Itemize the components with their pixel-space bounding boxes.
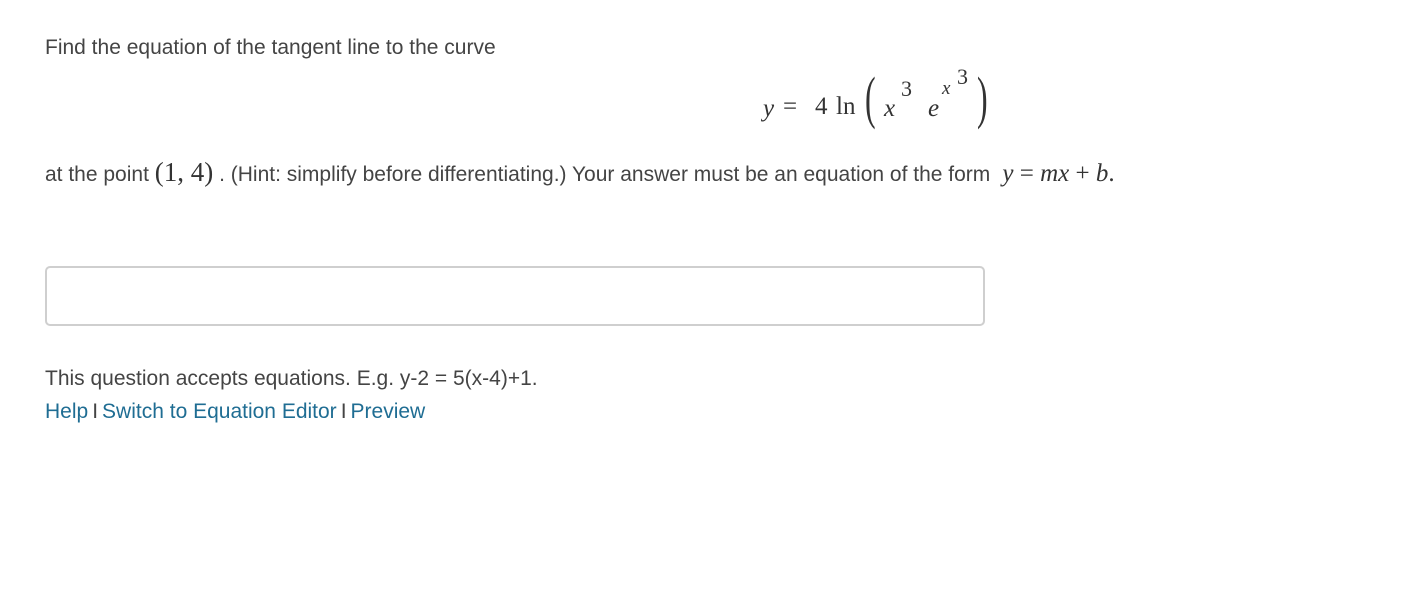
question-prompt: Find the equation of the tangent line to…	[45, 36, 496, 59]
form-eq: =	[1019, 160, 1034, 187]
form-y: y	[1002, 160, 1014, 187]
eq-exp-power: 3	[957, 64, 968, 89]
switch-equation-editor-link[interactable]: Switch to Equation Editor	[102, 400, 337, 423]
form-m: m	[1040, 160, 1059, 187]
form-equation: y = mx + b.	[996, 160, 1115, 187]
form-period: .	[1108, 160, 1115, 187]
eq-base-exp: 3	[901, 76, 912, 101]
eq-equals: =	[783, 93, 798, 120]
answer-input[interactable]	[45, 266, 985, 326]
accepts-equations-text: This question accepts equations. E.g. y-…	[45, 367, 538, 390]
help-links: Help I Switch to Equation Editor I Preview	[45, 399, 425, 425]
eq-base: x	[884, 95, 896, 122]
point-prefix: at the point	[45, 163, 149, 186]
link-separator: I	[92, 400, 99, 423]
form-b: b	[1095, 160, 1109, 187]
eq-exp-base: e	[928, 95, 940, 122]
link-separator: I	[340, 400, 347, 423]
eq-ln: ln	[836, 93, 856, 120]
question-instructions: at the point (1, 4) . (Hint: simplify be…	[45, 157, 1115, 190]
preview-link[interactable]: Preview	[351, 400, 426, 423]
eq-coefficient: 4	[815, 93, 828, 120]
eq-right-paren: )	[977, 65, 988, 130]
eq-exp-var: x	[942, 78, 951, 99]
form-x: x	[1058, 160, 1070, 187]
point-value: (1, 4)	[154, 157, 214, 187]
hint-text: . (Hint: simplify before differentiating…	[219, 163, 991, 186]
form-plus: +	[1075, 160, 1090, 187]
eq-left-paren: (	[865, 65, 876, 130]
eq-lhs: y	[763, 95, 775, 122]
help-link[interactable]: Help	[45, 400, 88, 423]
